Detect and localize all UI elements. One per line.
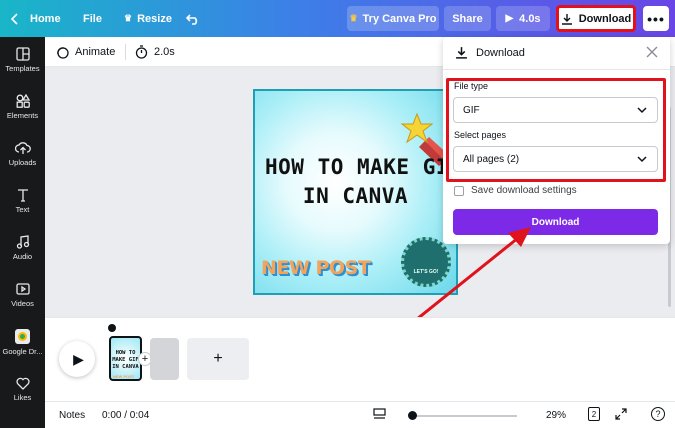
download-icon <box>561 13 572 25</box>
home-button[interactable]: Home <box>10 0 61 37</box>
thumbnail-sub: NEW POST <box>113 374 135 379</box>
download-icon <box>456 47 467 59</box>
try-pro-label: Try Canva Pro <box>362 12 437 25</box>
animate-label: Animate <box>75 46 116 58</box>
download-panel-title: Download <box>476 46 525 59</box>
grid-view-icon <box>373 408 386 419</box>
duration-button[interactable]: 2.0s <box>135 37 175 67</box>
more-options-button[interactable]: ••• <box>643 6 669 31</box>
crown-icon: ♛ <box>349 13 358 23</box>
design-page[interactable]: HOW TO MAKE GIF IN CANVA NEW POST LET'S … <box>253 89 458 295</box>
design-title-line1: HOW TO MAKE GIF <box>265 155 458 179</box>
resize-label: Resize <box>137 12 172 25</box>
save-settings-checkbox[interactable] <box>454 185 464 196</box>
play-preview-button[interactable]: ▶ 4.0s <box>496 6 550 31</box>
expand-icon <box>615 408 627 420</box>
sidebar-item-label: Elements <box>6 111 39 120</box>
elements-icon <box>16 94 30 108</box>
sidebar-item-label: Templates <box>5 64 40 73</box>
sidebar-item-google-drive[interactable]: Google Dr... <box>0 329 45 356</box>
grid-view-button[interactable] <box>373 408 386 423</box>
heart-icon <box>15 377 30 390</box>
help-icon: ? <box>655 409 661 419</box>
thumbnail-title: HOW TO MAKE GIF IN CANVA <box>112 350 139 370</box>
file-label: File <box>83 12 102 25</box>
sidebar-item-label: Videos <box>11 299 34 308</box>
crown-icon: ♛ <box>124 13 133 23</box>
plus-icon: + <box>141 352 149 365</box>
footer-bar: Notes 0:00 / 0:04 29% 2 ? <box>45 401 675 428</box>
file-menu-button[interactable]: File <box>83 0 102 37</box>
timeline-play-button[interactable]: ▶ <box>59 341 95 377</box>
stopwatch-icon <box>135 45 148 59</box>
animate-icon <box>57 47 69 59</box>
download-panel-header: Download <box>455 46 525 59</box>
home-label: Home <box>30 12 61 25</box>
uploads-icon <box>14 142 31 154</box>
design-title-line2: IN CANVA <box>302 184 409 208</box>
page-strip: ▶ HOW TO MAKE GIF IN CANVA NEW POST + + <box>45 317 675 401</box>
sidebar-item-likes[interactable]: Likes <box>0 377 45 402</box>
design-badge: LET'S GO! <box>401 237 451 287</box>
top-bar: Home File ♛ Resize ♛ Try Canva Pro Share… <box>0 0 675 37</box>
zoom-level[interactable]: 29% <box>546 410 566 421</box>
close-panel-button[interactable] <box>646 46 660 60</box>
sidebar-item-audio[interactable]: Audio <box>0 235 45 261</box>
sidebar-item-label: Uploads <box>8 158 37 167</box>
duration-label: 2.0s <box>154 46 175 58</box>
notes-button[interactable]: Notes <box>59 410 85 421</box>
add-page-button[interactable]: + <box>187 338 249 380</box>
playhead-marker[interactable] <box>108 324 116 332</box>
try-canva-pro-button[interactable]: ♛ Try Canva Pro <box>347 6 439 31</box>
share-label: Share <box>452 12 483 25</box>
play-icon: ▶ <box>73 350 84 367</box>
zoom-slider-handle[interactable] <box>408 411 417 420</box>
more-icon: ••• <box>647 10 665 27</box>
download-confirm-button[interactable]: Download <box>453 209 658 235</box>
share-button[interactable]: Share <box>444 6 491 31</box>
sidebar-item-text[interactable]: Text <box>0 188 45 214</box>
panel-divider <box>443 69 670 70</box>
text-icon <box>17 189 28 202</box>
page-thumbnail-2[interactable] <box>150 338 179 380</box>
chevron-left-icon <box>10 12 18 25</box>
help-button[interactable]: ? <box>651 407 665 421</box>
sidebar-item-videos[interactable]: Videos <box>0 282 45 308</box>
toolbar-divider <box>125 44 126 60</box>
sidebar-item-label: Audio <box>12 252 33 261</box>
annotation-highlight-box <box>446 78 666 182</box>
animate-button[interactable]: Animate <box>55 37 115 67</box>
fullscreen-button[interactable] <box>615 408 627 423</box>
sidebar: Templates Elements Uploads Text Audio Vi… <box>0 37 45 428</box>
templates-icon <box>15 47 30 61</box>
page-count: 2 <box>591 409 597 419</box>
page-count-button[interactable]: 2 <box>588 407 600 421</box>
design-subtitle: NEW POST <box>261 257 371 279</box>
google-drive-icon <box>15 329 30 344</box>
audio-icon <box>16 235 29 249</box>
videos-icon <box>15 283 30 295</box>
sidebar-item-label: Likes <box>13 393 32 402</box>
download-confirm-label: Download <box>531 216 580 228</box>
plus-icon: + <box>213 350 223 367</box>
timecode: 0:00 / 0:04 <box>102 410 150 421</box>
close-icon <box>646 46 658 58</box>
save-settings-label: Save download settings <box>471 185 577 196</box>
undo-button[interactable] <box>186 0 200 37</box>
save-settings-option[interactable]: Save download settings <box>454 185 577 196</box>
play-icon: ▶ <box>505 13 514 24</box>
download-top-label: Download <box>578 12 632 25</box>
zoom-slider[interactable] <box>408 411 517 420</box>
download-top-button[interactable]: Download <box>556 5 636 32</box>
sidebar-item-uploads[interactable]: Uploads <box>0 141 45 167</box>
sidebar-item-label: Google Dr... <box>2 347 43 356</box>
design-title: HOW TO MAKE GIF IN CANVA <box>255 153 456 211</box>
undo-icon <box>186 13 198 25</box>
resize-button[interactable]: ♛ Resize <box>124 0 172 37</box>
play-duration: 4.0s <box>519 12 541 25</box>
sidebar-item-elements[interactable]: Elements <box>0 94 45 120</box>
sidebar-item-label: Text <box>15 205 30 214</box>
sidebar-item-templates[interactable]: Templates <box>0 47 45 73</box>
